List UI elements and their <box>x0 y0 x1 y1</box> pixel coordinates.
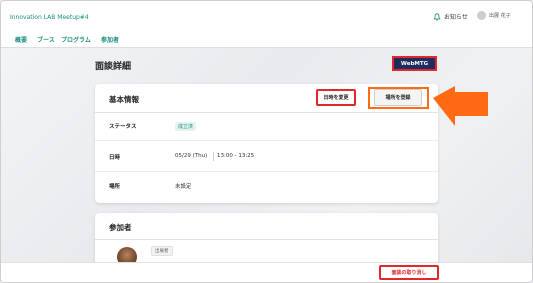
datetime-label: 日時 <box>109 155 121 161</box>
place-label: 場所 <box>109 184 121 190</box>
nav-item-booth[interactable]: ブース <box>37 35 55 44</box>
participants-title: 参加者 <box>109 223 132 232</box>
notifications-link[interactable]: お知らせ <box>433 12 468 21</box>
webmtg-button[interactable]: WebMTG <box>392 56 437 71</box>
basic-info-card: 基本情報 日時を変更 場所を登録 ステータス 成立済 日時 05/29 (Thu… <box>95 84 438 203</box>
notifications-label: お知らせ <box>444 14 468 21</box>
datetime-divider <box>213 152 214 161</box>
nav-item-overview[interactable]: 概要 <box>15 35 27 44</box>
user-menu[interactable]: 出展 花子 <box>477 11 511 20</box>
exhibitor-tag: 出展者 <box>151 246 173 256</box>
main-nav: 概要 ブース プログラム 参加者 <box>1 31 532 48</box>
status-label: ステータス <box>109 124 137 130</box>
status-row: ステータス 成立済 <box>95 112 438 141</box>
event-brand[interactable]: Innovation LAB Meetup#4 <box>10 14 89 21</box>
place-value: 未設定 <box>175 184 192 190</box>
participants-header: 参加者 <box>95 213 438 240</box>
date-value: 05/29 (Thu) <box>175 153 208 159</box>
app-window: Innovation LAB Meetup#4 お知らせ 出展 花子 概要 ブー… <box>0 0 533 283</box>
time-value: 13:00 - 13:25 <box>217 153 255 159</box>
register-place-button[interactable]: 場所を登録 <box>374 89 422 106</box>
top-bar: Innovation LAB Meetup#4 お知らせ 出展 花子 <box>1 1 532 31</box>
basic-info-header: 基本情報 日時を変更 場所を登録 <box>95 84 438 113</box>
bell-icon <box>433 12 441 21</box>
page-title: 面談詳細 <box>95 62 132 72</box>
nav-item-participants[interactable]: 参加者 <box>101 35 119 44</box>
datetime-row: 日時 05/29 (Thu) 13:00 - 13:25 <box>95 141 438 172</box>
annotation-arrow-icon <box>433 86 488 126</box>
basic-info-title: 基本情報 <box>109 95 139 104</box>
change-datetime-button[interactable]: 日時を変更 <box>316 89 356 106</box>
user-name: 出展 花子 <box>489 13 511 19</box>
place-row: 場所 未設定 <box>95 172 438 202</box>
status-badge: 成立済 <box>175 122 197 131</box>
user-avatar <box>477 11 486 20</box>
footer-bar <box>1 262 532 282</box>
nav-item-program[interactable]: プログラム <box>61 35 91 44</box>
cancel-meeting-button[interactable]: 面談の取り消し <box>379 265 439 280</box>
